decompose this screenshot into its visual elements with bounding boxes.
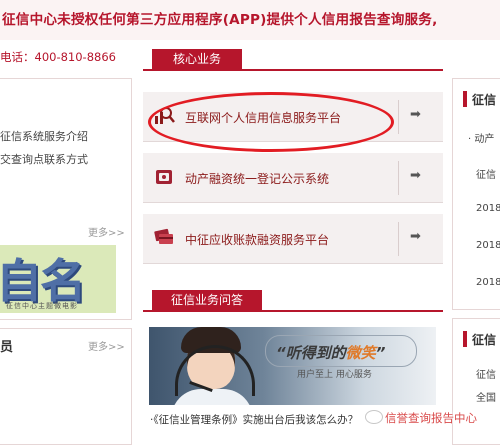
arrow-right-icon: ➡ bbox=[410, 107, 421, 122]
right-list-item[interactable]: 征信 bbox=[476, 366, 496, 381]
right-list-item[interactable]: 2018 bbox=[476, 277, 500, 288]
left-section-title: 员 bbox=[0, 340, 14, 355]
right-list-item[interactable]: 2018 bbox=[476, 240, 500, 251]
link-system-intro[interactable]: 征信系统服务介绍 bbox=[0, 128, 88, 144]
highlight-ellipse bbox=[148, 92, 394, 152]
slogan-prefix: “听得到的 bbox=[276, 344, 346, 362]
link-query-contacts[interactable]: 交查询点联系方式 bbox=[0, 151, 88, 167]
qa-header-line bbox=[143, 310, 443, 312]
banner-notice: 征信中心未授权任何第三方应用程序(APP)提供个人信用报告查询服务, bbox=[2, 12, 438, 28]
ad-caption: 征信中心主题微电影 bbox=[6, 302, 78, 310]
right-list-item[interactable]: 全国 bbox=[476, 389, 496, 404]
slogan-highlight: 微笑 bbox=[345, 344, 376, 362]
right-section-title-2: 征信 bbox=[472, 333, 497, 347]
qa-subline: 用户至上 用心服务 bbox=[297, 370, 372, 380]
right-list-item[interactable]: 征信 bbox=[476, 166, 496, 181]
card-icon bbox=[153, 226, 175, 252]
right-card bbox=[452, 78, 500, 310]
right-title-marker bbox=[463, 91, 467, 107]
arrow-right-icon: ➡ bbox=[410, 168, 421, 183]
biz-item-label: 动产融资统一登记公示系统 bbox=[185, 172, 330, 186]
separator bbox=[398, 100, 399, 134]
micro-film-banner[interactable]: 自名片 征信中心主题微电影 bbox=[0, 245, 116, 313]
qa-article-link[interactable]: ·《征信业管理条例》实施出台后我该怎么办？ bbox=[150, 412, 358, 427]
separator bbox=[398, 161, 399, 195]
right-title-marker-2 bbox=[463, 331, 467, 347]
watermark-text: 信誉查询报告中心 bbox=[385, 411, 477, 425]
vault-icon bbox=[153, 165, 175, 191]
qa-slogan: “听得到的微笑” bbox=[276, 342, 385, 363]
core-header-line bbox=[143, 69, 443, 71]
biz-item-receivables-platform[interactable]: 中征应收账款融资服务平台 ➡ bbox=[143, 214, 443, 264]
wechat-logo-icon bbox=[365, 410, 383, 424]
right-section-title: 征信 bbox=[472, 93, 497, 107]
customer-service-banner[interactable]: “听得到的微笑” 用户至上 用心服务 bbox=[149, 327, 436, 405]
more-link-left[interactable]: 更多>> bbox=[88, 224, 125, 239]
right-list-item[interactable]: 2018 bbox=[476, 203, 500, 214]
arrow-right-icon: ➡ bbox=[410, 229, 421, 244]
right-list-item[interactable]: · 动产 bbox=[468, 130, 494, 145]
qa-header: 征信业务问答 bbox=[152, 290, 262, 311]
biz-item-movable-registry[interactable]: 动产融资统一登记公示系统 ➡ bbox=[143, 153, 443, 203]
more-link-left-2[interactable]: 更多>> bbox=[88, 338, 125, 353]
core-business-header: 核心业务 bbox=[152, 49, 242, 70]
separator bbox=[398, 222, 399, 256]
biz-item-label: 中征应收账款融资服务平台 bbox=[185, 233, 330, 247]
hotline-number: 电话：400-810-8866 bbox=[0, 50, 116, 64]
slogan-suffix: ” bbox=[375, 344, 386, 362]
